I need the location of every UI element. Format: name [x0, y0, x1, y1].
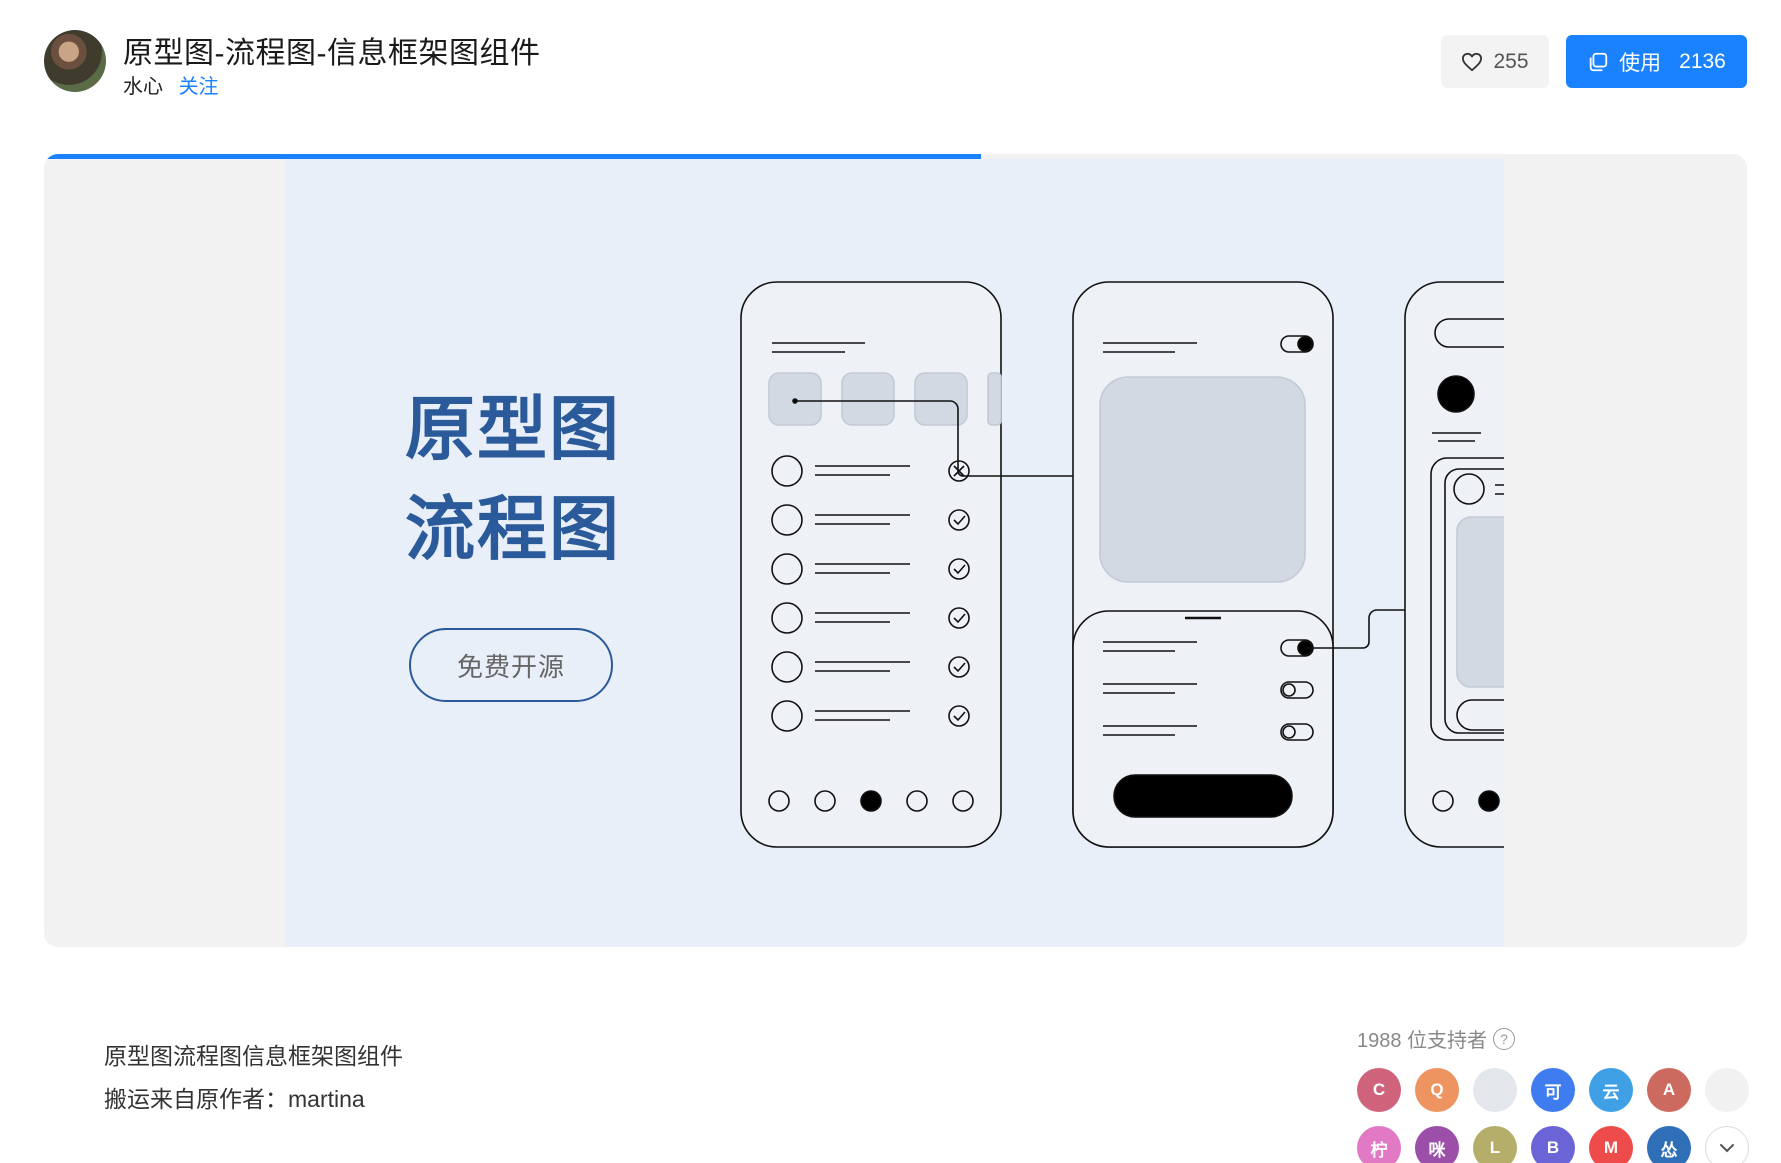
- supporter-avatar[interactable]: A: [1647, 1068, 1691, 1112]
- supporter-avatar[interactable]: B: [1531, 1126, 1575, 1163]
- supporter-avatar[interactable]: 咪: [1415, 1126, 1459, 1163]
- supporter-avatar[interactable]: 可: [1531, 1068, 1575, 1112]
- preview-carousel[interactable]: 原型图 流程图 免费开源: [44, 154, 1747, 947]
- description: 原型图流程图信息框架图组件 搬运来自原作者：martina: [104, 1035, 403, 1121]
- use-button[interactable]: 使用 2136: [1566, 35, 1747, 88]
- supporter-avatar[interactable]: 柠: [1357, 1126, 1401, 1163]
- supporter-avatar[interactable]: Q: [1415, 1068, 1459, 1112]
- chevron-down-icon: [1720, 1144, 1734, 1153]
- description-line-1: 原型图流程图信息框架图组件: [104, 1043, 403, 1069]
- use-count: 2136: [1679, 49, 1726, 73]
- supporter-avatar[interactable]: [1473, 1068, 1517, 1112]
- supporters-count: 1988 位支持者: [1357, 1030, 1488, 1052]
- page-title: 原型图-流程图-信息框架图组件: [123, 37, 541, 70]
- supporter-avatar[interactable]: 云: [1589, 1068, 1633, 1112]
- author-name[interactable]: 水心: [123, 76, 163, 98]
- supporter-avatar[interactable]: C: [1357, 1068, 1401, 1112]
- preview-slide: 原型图 流程图 免费开源: [285, 159, 1504, 947]
- supporters-label-row: 1988 位支持者 ?: [1357, 1024, 1757, 1053]
- author-avatar[interactable]: [44, 30, 106, 92]
- follow-link[interactable]: 关注: [179, 76, 219, 98]
- like-button[interactable]: 255: [1441, 35, 1549, 88]
- supporter-avatar[interactable]: M: [1589, 1126, 1633, 1163]
- supporters-section: 1988 位支持者 ? CQ 可云A 柠咪LBM怂: [1357, 1024, 1757, 1163]
- help-icon[interactable]: ?: [1493, 1027, 1516, 1050]
- like-count: 255: [1493, 49, 1529, 73]
- header: 原型图-流程图-信息框架图组件 水心 关注 255 使用 2136: [0, 0, 1781, 120]
- supporter-avatar[interactable]: [1705, 1068, 1749, 1112]
- description-line-2: 搬运来自原作者：martina: [104, 1086, 365, 1112]
- supporter-avatar[interactable]: L: [1473, 1126, 1517, 1163]
- use-label: 使用: [1619, 51, 1662, 75]
- author-row: 水心 关注: [123, 70, 219, 99]
- expand-supporters-button[interactable]: [1705, 1126, 1749, 1163]
- copy-icon: [1589, 52, 1608, 71]
- supporter-avatar[interactable]: 怂: [1647, 1126, 1691, 1163]
- heart-icon: [1462, 52, 1483, 71]
- wireframe-illustration: [740, 281, 1504, 848]
